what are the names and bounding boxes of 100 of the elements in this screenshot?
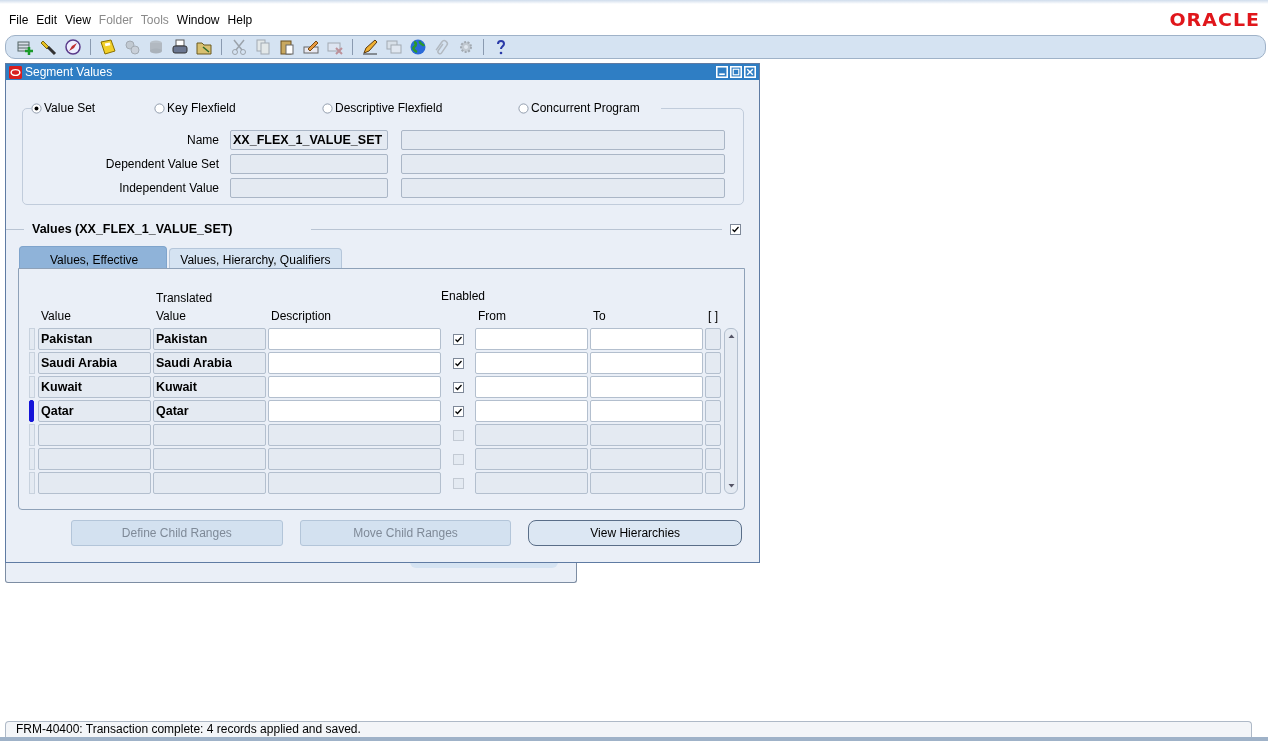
table-cell[interactable] [475,400,588,422]
table-cell[interactable] [590,352,703,374]
table-cell[interactable] [268,376,441,398]
table-cell[interactable] [268,328,441,350]
table-cell[interactable] [38,424,151,446]
column-header: Description [270,308,333,325]
table-cell[interactable] [268,424,441,446]
column-header: Translated Value [155,290,214,325]
table-cell[interactable]: Kuwait [38,376,151,398]
radio-button[interactable]: Concurrent Program [518,101,661,115]
table-cell[interactable] [268,448,441,470]
table-cell[interactable] [590,448,703,470]
compass-icon[interactable] [64,38,82,56]
table-cell[interactable] [268,352,441,374]
table-cell[interactable]: Saudi Arabia [38,352,151,374]
menu-item[interactable]: Window [176,13,220,27]
table-cell[interactable] [590,424,703,446]
checkbox[interactable] [452,333,464,345]
table-cell[interactable] [153,448,266,470]
menu-item[interactable]: Help [227,13,253,27]
table-cell[interactable] [38,472,151,494]
field-label: Independent Value [118,181,220,195]
field-label: Dependent Value Set [104,157,220,171]
table-cell[interactable] [705,472,721,494]
tab[interactable]: Values, Hierarchy, Qualifiers [169,248,342,268]
table-cell[interactable] [268,400,441,422]
checkbox[interactable] [452,357,464,369]
text-field[interactable] [230,178,388,198]
table-cell[interactable] [475,448,588,470]
table-cell[interactable] [590,328,703,350]
section-title: Values (XX_FLEX_1_VALUE_SET) [31,222,234,236]
checkbox[interactable] [452,405,464,417]
action-button[interactable]: View Hierarchies [528,520,742,546]
table-cell[interactable] [38,448,151,470]
table-cell[interactable] [705,328,721,350]
row-indicator[interactable] [29,400,34,422]
table-cell[interactable] [590,472,703,494]
add-record-icon[interactable] [16,38,34,56]
table-cell[interactable] [153,424,266,446]
tab[interactable]: Values, Effective [19,246,168,268]
printer-icon[interactable] [171,38,189,56]
table-cell[interactable]: Saudi Arabia [153,352,266,374]
clipboard-icon[interactable] [278,38,296,56]
menu-item[interactable]: View [65,13,91,27]
table-cell[interactable] [475,472,588,494]
text-field[interactable]: XX_FLEX_1_VALUE_SET [230,130,388,150]
maximize-icon[interactable] [730,66,742,78]
radio-icon[interactable] [31,102,42,114]
text-field[interactable] [401,178,725,198]
checkbox[interactable] [452,477,464,489]
radio-button[interactable]: Descriptive Flexfield [322,101,518,115]
menu-item[interactable]: File [9,13,29,27]
text-field[interactable] [230,154,388,174]
scroll-down-icon [726,481,736,490]
table-cell[interactable]: Pakistan [153,328,266,350]
column-header: Value [40,308,72,325]
app-icon [9,65,22,79]
window-title: Segment Values [25,65,113,79]
column-header: To [592,308,607,325]
table-cell[interactable] [705,400,721,422]
close-icon[interactable] [744,66,756,78]
menu-item[interactable]: Edit [36,13,58,27]
text-field[interactable] [401,130,725,150]
column-header: From [477,308,507,325]
checkbox[interactable] [452,381,464,393]
oracle-logo: ORACLE [1169,10,1260,30]
table-cell[interactable] [475,352,588,374]
radio-button[interactable]: Key Flexfield [154,101,322,115]
table-cell[interactable]: Kuwait [153,376,266,398]
table-cell[interactable] [475,424,588,446]
globe-icon[interactable] [409,38,427,56]
table-cell[interactable] [475,328,588,350]
table-cell[interactable]: Qatar [38,400,151,422]
scroll-up-icon [726,332,736,341]
table-cell[interactable]: Pakistan [38,328,151,350]
checkbox[interactable] [452,453,464,465]
radio-icon[interactable] [322,102,333,114]
status-message: FRM-40400: Transaction complete: 4 records applied and saved. [5,721,1252,737]
radio-button[interactable]: Value Set [31,101,154,115]
table-cell[interactable] [705,376,721,398]
checkbox[interactable] [452,429,464,441]
text-field[interactable] [401,154,725,174]
table-cell[interactable] [705,448,721,470]
radio-icon[interactable] [518,102,529,114]
field-label: Name [186,133,220,147]
table-cell[interactable] [590,376,703,398]
scrollbar[interactable] [724,328,738,494]
column-header: [ ] [707,308,719,325]
radio-icon[interactable] [154,102,165,114]
table-cell[interactable] [268,472,441,494]
minimize-icon[interactable] [716,66,728,78]
column-header: Enabled [441,288,486,305]
checkbox[interactable] [730,223,741,235]
table-cell[interactable] [153,472,266,494]
table-cell[interactable] [705,424,721,446]
table-cell[interactable] [475,376,588,398]
table-cell[interactable] [705,352,721,374]
table-cell[interactable]: Qatar [153,400,266,422]
pencil-icon[interactable] [361,38,379,56]
table-cell[interactable] [590,400,703,422]
